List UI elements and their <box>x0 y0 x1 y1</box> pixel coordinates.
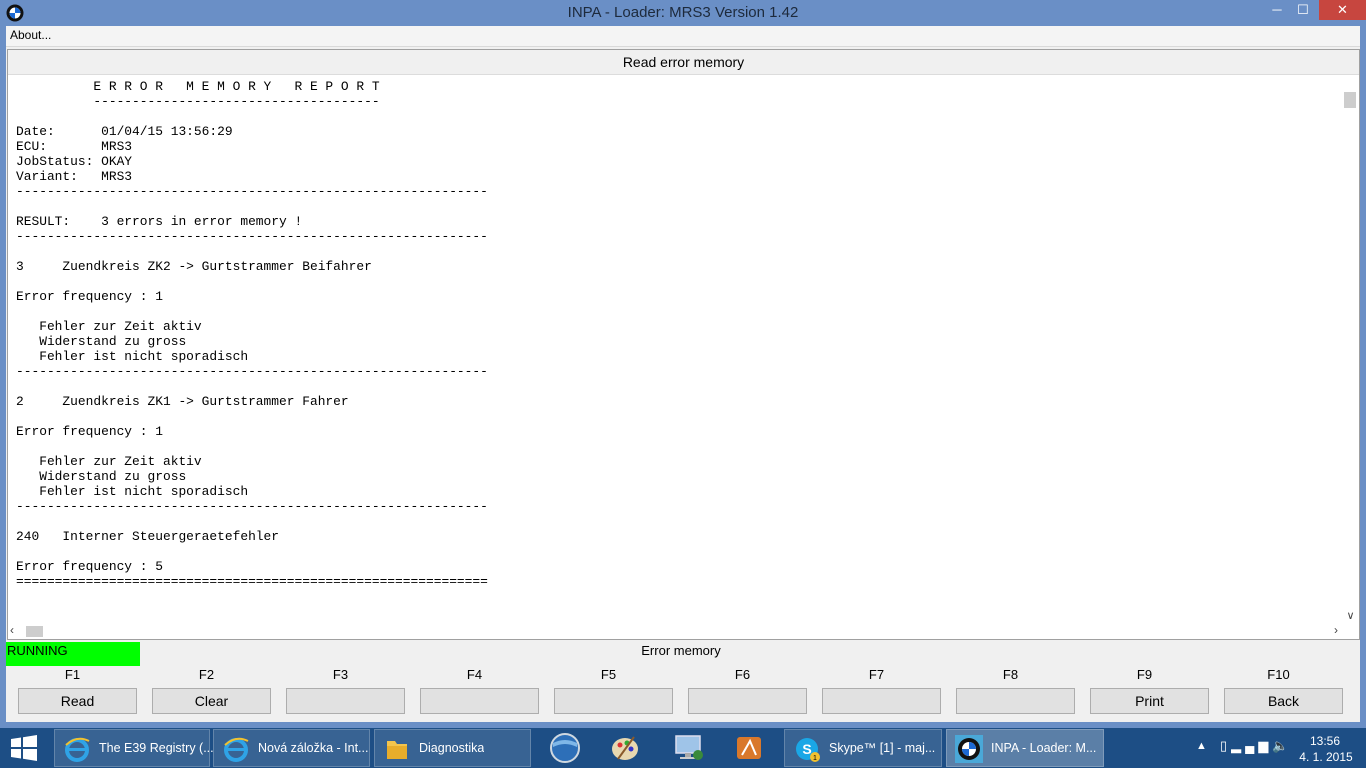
skype-badge-count: 1 <box>813 755 817 762</box>
report-panel: Read error memory E R R O R M E M O R Y … <box>7 49 1360 640</box>
status-running-text: RUNNING <box>7 643 68 658</box>
show-hidden-icons-icon[interactable]: ▲ <box>1196 740 1207 752</box>
fkey-label-f6: F6 <box>734 667 751 682</box>
horizontal-scrollbar[interactable]: ‹ › <box>8 623 1342 639</box>
folder-icon <box>387 741 407 759</box>
taskbar-item-inpa[interactable]: INPA - Loader: M... <box>946 729 1104 767</box>
fkey-button-f1[interactable]: Read <box>18 688 137 714</box>
windows-start-icon[interactable] <box>10 735 38 761</box>
clock-date[interactable]: 4. 1. 2015 <box>1296 750 1356 764</box>
maximize-button[interactable]: ☐ <box>1290 0 1316 20</box>
fkey-button-f9[interactable]: Print <box>1090 688 1209 714</box>
fkey-label-f7: F7 <box>868 667 885 682</box>
fkey-button-f3[interactable] <box>286 688 405 714</box>
title-bar[interactable]: INPA - Loader: MRS3 Version 1.42 ─ ☐ ✕ <box>0 0 1366 26</box>
taskbar: The E39 Registry (... Nová záložka - Int… <box>0 728 1366 768</box>
taskbar-item-label: Skype™ [1] - maj... <box>829 741 936 755</box>
fkey-button-f6[interactable] <box>688 688 807 714</box>
close-button[interactable]: ✕ <box>1319 0 1366 20</box>
status-running-indicator: RUNNING <box>6 642 140 666</box>
fkey-button-f2[interactable]: Clear <box>152 688 271 714</box>
fkey-label-f9: F9 <box>1136 667 1153 682</box>
fkey-label-f5: F5 <box>600 667 617 682</box>
vertical-scrollbar[interactable]: ∨ <box>1342 75 1359 623</box>
taskbar-item-label: Diagnostika <box>419 741 485 755</box>
clock-time[interactable]: 13:56 <box>1300 734 1350 748</box>
fkey-button-f5[interactable] <box>554 688 673 714</box>
fkey-label-f1: F1 <box>64 667 81 682</box>
taskbar-item-diagnostika[interactable]: Diagnostika <box>374 729 531 767</box>
scroll-right-icon[interactable]: › <box>1334 623 1338 637</box>
paint-icon[interactable] <box>600 731 650 765</box>
bmw-icon <box>955 735 983 763</box>
status-label: Error memory <box>641 643 721 658</box>
google-earth-icon[interactable] <box>540 731 590 765</box>
ie-icon <box>224 737 249 762</box>
fkey-label-f8: F8 <box>1002 667 1019 682</box>
error-memory-report: E R R O R M E M O R Y R E P O R T ------… <box>16 79 488 589</box>
ie-icon <box>65 737 90 762</box>
fkey-button-f8[interactable] <box>956 688 1075 714</box>
battery-icon[interactable]: ▯ <box>1220 738 1231 753</box>
fkey-button-f7[interactable] <box>822 688 941 714</box>
network-signal-icon[interactable]: ▂▄▆ <box>1231 738 1272 753</box>
fkey-button-f10[interactable]: Back <box>1224 688 1343 714</box>
horizontal-scroll-thumb[interactable] <box>26 626 43 637</box>
skype-icon: S 1 <box>796 738 820 762</box>
vertical-scroll-thumb[interactable] <box>1344 92 1356 108</box>
taskbar-item-skype[interactable]: S 1 Skype™ [1] - maj... <box>784 729 942 767</box>
taskbar-item-e39-registry[interactable]: The E39 Registry (... <box>54 729 214 767</box>
svg-text:S: S <box>802 741 811 757</box>
system-tray-icons[interactable]: ▯▂▄▆🔈 <box>1220 738 1293 754</box>
fkey-label-f4: F4 <box>466 667 483 682</box>
scroll-down-icon[interactable]: ∨ <box>1342 609 1359 623</box>
main-frame: Read error memory E R R O R M E M O R Y … <box>6 47 1360 722</box>
taskbar-item-label: The E39 Registry (... <box>99 741 214 755</box>
fkey-label-f2: F2 <box>198 667 215 682</box>
window-title: INPA - Loader: MRS3 Version 1.42 <box>567 4 799 21</box>
media-app-icon[interactable] <box>724 731 774 765</box>
fkey-button-f4[interactable] <box>420 688 539 714</box>
taskbar-item-new-tab[interactable]: Nová záložka - Int... <box>213 729 370 767</box>
fkey-label-f10: F10 <box>1267 667 1290 682</box>
menu-item-about[interactable]: About... <box>10 28 51 42</box>
taskbar-item-label: INPA - Loader: M... <box>991 741 1097 755</box>
scroll-left-icon[interactable]: ‹ <box>10 623 14 637</box>
volume-icon[interactable]: 🔈 <box>1272 738 1292 753</box>
minimize-button[interactable]: ─ <box>1264 0 1290 20</box>
taskbar-item-label: Nová záložka - Int... <box>258 741 369 755</box>
panel-title: Read error memory <box>622 54 745 70</box>
panel-header: Read error memory <box>8 50 1359 75</box>
menu-bar: About... <box>6 26 1360 47</box>
remote-desktop-icon[interactable] <box>664 731 714 765</box>
fkey-label-f3: F3 <box>332 667 349 682</box>
